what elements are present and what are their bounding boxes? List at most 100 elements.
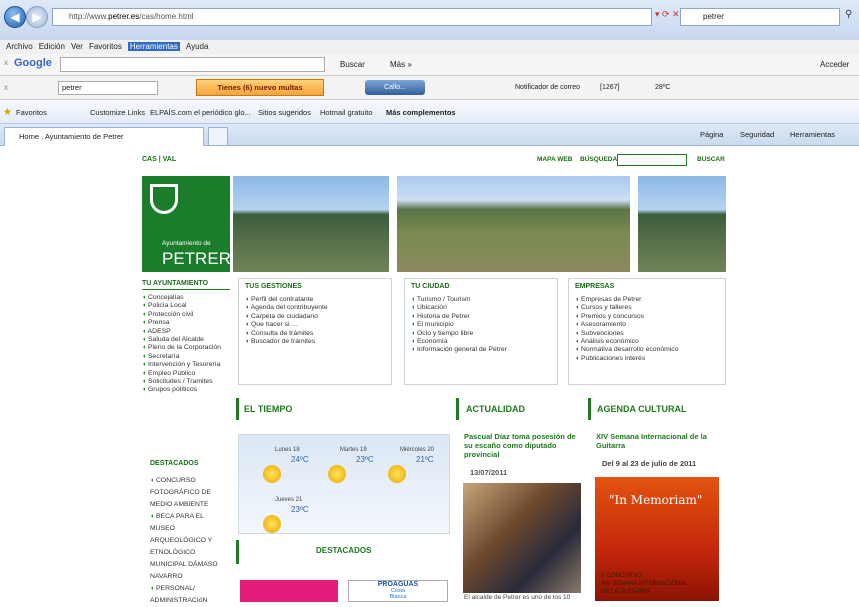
list-item[interactable]: ◖ Solicitudes / Tramites <box>142 378 230 386</box>
menu-archivo[interactable]: Archivo <box>6 42 33 51</box>
list-item[interactable]: ◖ Normativa desarrollo económico <box>575 346 719 354</box>
google-search-input[interactable] <box>60 57 325 72</box>
security-menu[interactable]: Seguridad <box>740 130 774 139</box>
list-item[interactable]: ◖ Subvenciones <box>575 330 719 338</box>
agenda-poster[interactable]: "In Memoriam" X CONCURSO XIV SEMANA INTE… <box>595 477 719 601</box>
favorites-button[interactable]: Favoritos <box>16 108 47 117</box>
google-search-button[interactable]: Buscar <box>340 60 365 69</box>
promo-banner-pink[interactable] <box>240 580 338 602</box>
browser-search-input[interactable]: petrer <box>680 8 840 26</box>
tab-home[interactable]: Home . Ayuntamiento de Petrer <box>4 127 204 146</box>
section-marker <box>236 398 239 420</box>
list-item-label: Economía <box>417 338 448 346</box>
calls-button[interactable]: Callo... <box>365 80 425 95</box>
site-search-input[interactable] <box>617 154 687 166</box>
menu-edicion[interactable]: Edición <box>39 42 65 51</box>
list-item-label: Grupos políticos <box>148 386 198 394</box>
forward-button[interactable]: ▶ <box>26 6 48 28</box>
close-toolbar-icon[interactable]: x <box>4 83 8 92</box>
menu-favoritos[interactable]: Favoritos <box>89 42 122 51</box>
list-item-label: Asesoramiento <box>580 321 626 329</box>
menu-herramientas[interactable]: Herramientas <box>127 42 180 51</box>
list-item[interactable]: ◖ Carpeta de ciudadano <box>245 313 385 321</box>
fav-link[interactable]: Más complementos <box>386 108 456 117</box>
list-item[interactable]: ◖ BECA PARA EL MUSEO ARQUEOLÓGICO Y ETNO… <box>150 511 230 583</box>
list-item[interactable]: ◖ Información general de Petrer <box>411 346 551 354</box>
mail-notifier[interactable]: Notificador de correo <box>515 84 580 91</box>
list-item[interactable]: ◖ Concejalías <box>142 294 230 302</box>
menu-bar: Archivo Edición Ver Favoritos Herramientas Ay… <box>0 40 859 54</box>
list-item[interactable]: ◖ Consulta de trámites <box>245 330 385 338</box>
weather-temp: 21ºC <box>416 455 434 464</box>
list-item[interactable]: ◖ Policía Local <box>142 302 230 310</box>
list-item[interactable]: ◖ Ubicación <box>411 304 551 312</box>
agenda-headline-link[interactable]: XIV Semana Internacional de la Guitarra <box>596 432 716 450</box>
list-item[interactable]: ◖ Asesoramiento <box>575 321 719 329</box>
agenda-dates: Del 9 al 23 de julio de 2011 <box>602 459 697 468</box>
list-item[interactable]: ◖ Intervención y Tesorería <box>142 361 230 369</box>
list-item[interactable]: ◖ Ocio y tiempo libre <box>411 330 551 338</box>
weather-temp[interactable]: 28ºC <box>655 84 670 91</box>
google-more-button[interactable]: Más » <box>390 60 412 69</box>
tools-menu[interactable]: Herramientas <box>790 130 835 139</box>
fav-link[interactable]: Customize Links <box>90 108 145 117</box>
list-item[interactable]: ◖ Perfil del contratante <box>245 296 385 304</box>
google-signin-button[interactable]: Acceder <box>820 60 849 69</box>
fav-link[interactable]: Hotmail gratuito <box>320 108 373 117</box>
url-field[interactable]: http://www.petrer.es/cas/home.html <box>52 8 652 26</box>
menu-ver[interactable]: Ver <box>71 42 83 51</box>
list-item[interactable]: ◖ Economía <box>411 338 551 346</box>
list-item[interactable]: ◖ Pleno de la Corporación <box>142 344 230 352</box>
fines-alert-button[interactable]: Tienes (6) nuevo multas <box>196 79 324 96</box>
list-item[interactable]: ◖ Turismo / Tourism <box>411 296 551 304</box>
list-item[interactable]: ◖ Secretaría <box>142 353 230 361</box>
list-item-label: Consulta de trámites <box>251 329 314 337</box>
list-item[interactable]: ◖ Saluda del Alcalde <box>142 336 230 344</box>
section-marker <box>588 398 591 420</box>
list-item[interactable]: ◖ Análisis económico <box>575 338 719 346</box>
close-toolbar-icon[interactable]: x <box>4 58 8 67</box>
page-menu[interactable]: Página <box>700 130 723 139</box>
list-item[interactable]: ◖ El municipio <box>411 321 551 329</box>
proaguas-banner[interactable]: PROAGUAS Costa Blanca <box>348 580 448 602</box>
news-headline-link[interactable]: Pascual Díaz toma posesión de su escaño … <box>464 432 578 459</box>
list-item[interactable]: ◖ PERSONAL/ ADMINISTRACIóN <box>150 583 230 607</box>
list-item[interactable]: ◖ Agenda del contribuyente <box>245 304 385 312</box>
refresh-stop-icons[interactable]: ▾ ⟳ ✕ <box>655 9 680 20</box>
counter-badge[interactable]: [1267] <box>600 84 619 91</box>
list-item[interactable]: ◖ Grupos políticos <box>142 386 230 394</box>
header-photo-terraces <box>397 176 630 272</box>
list-item[interactable]: ◖ Empresas de Petrer <box>575 296 719 304</box>
list-item-label: Carpeta de ciudadano <box>251 312 318 320</box>
gestiones-panel: TUS GESTIONES ◖ Perfil del contratante ◖ … <box>238 278 392 385</box>
site-map-link[interactable]: MAPA WEB <box>537 156 572 163</box>
list-item[interactable]: ◖ Cursos y talleres <box>575 304 719 312</box>
list-item[interactable]: ◖ CONCURSO FOTOGRÁFICO DE MEDIO AMBIENTE <box>150 475 230 511</box>
list-item[interactable]: ◖ ADESP <box>142 328 230 336</box>
list-item[interactable]: ◖ Premios y concursos <box>575 313 719 321</box>
list-item[interactable]: ◖ Publicaciones interés <box>575 355 719 363</box>
toolbar-search-input[interactable]: petrer <box>58 81 158 95</box>
news-photo[interactable] <box>463 483 581 593</box>
ayuntamiento-title: TU AYUNTAMIENTO <box>142 280 230 290</box>
list-item-label: Prensa <box>148 319 170 327</box>
list-item-label: ADESP <box>147 327 171 335</box>
list-item[interactable]: ◖ Empleo Público <box>142 370 230 378</box>
list-item[interactable]: ◖ Historia de Petrer <box>411 313 551 321</box>
ciudad-panel: TU CIUDAD ◖ Turismo / Tourism ◖ Ubicación… <box>404 278 558 385</box>
list-item[interactable]: ◖ Buscador de trámites <box>245 338 385 346</box>
search-icon[interactable]: ⚲ <box>845 9 852 20</box>
new-tab-button[interactable] <box>208 127 228 146</box>
list-item[interactable]: ◖ Protección civil <box>142 311 230 319</box>
menu-ayuda[interactable]: Ayuda <box>186 42 209 51</box>
list-item[interactable]: ◖ Que hacer si ... <box>245 321 385 329</box>
list-item-label: Concejalías <box>148 294 184 301</box>
fav-link[interactable]: Sitios sugeridos <box>258 108 311 117</box>
fav-link[interactable]: ELPAÍS.com el periódico glo... <box>150 108 251 117</box>
list-item-label: Agenda del contribuyente <box>250 304 328 312</box>
language-switch[interactable]: CAS | VAL <box>142 156 176 163</box>
back-button[interactable]: ◀ <box>4 6 26 28</box>
site-search-button[interactable]: BUSCAR <box>697 156 725 163</box>
site-logo[interactable]: Ayuntamiento de PETRER <box>142 176 231 272</box>
list-item[interactable]: ◖ Prensa <box>142 319 230 327</box>
